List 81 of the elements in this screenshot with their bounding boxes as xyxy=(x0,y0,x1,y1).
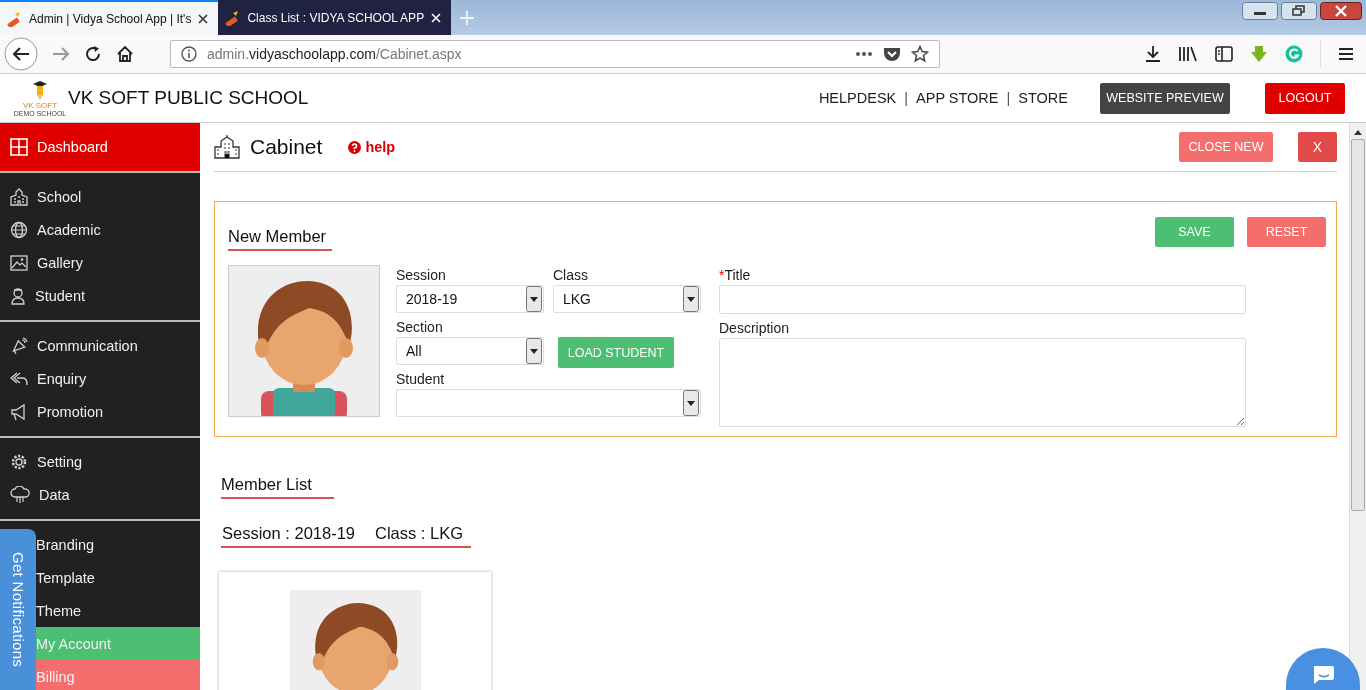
library-icon[interactable] xyxy=(1178,46,1198,62)
address-bar[interactable]: admin.vidyaschoolapp.com/Cabinet.aspx xyxy=(170,40,940,68)
chat-icon xyxy=(1311,664,1335,686)
field-label: Section xyxy=(396,319,444,335)
class-label: Class : LKG xyxy=(375,524,464,543)
field-label: Class xyxy=(553,267,589,283)
reply-arrow-icon xyxy=(10,371,28,386)
nav-link[interactable]: HELPDESK xyxy=(818,90,897,106)
pencil-icon xyxy=(224,9,241,26)
menu-icon[interactable] xyxy=(1338,47,1354,61)
title-field[interactable] xyxy=(719,285,1246,314)
field-label: Description xyxy=(719,320,791,336)
gear-icon xyxy=(10,452,28,471)
reload-icon[interactable] xyxy=(84,45,102,63)
sidebar-item[interactable]: Gallery xyxy=(0,246,200,279)
scrollbar[interactable] xyxy=(1349,123,1366,690)
cloud-icon xyxy=(10,485,30,504)
pencil-icon xyxy=(6,10,22,27)
section-heading: Member List xyxy=(221,465,334,499)
page-title: Cabinet xyxy=(250,135,323,159)
image-icon xyxy=(10,254,28,271)
sidebar-item[interactable]: Theme xyxy=(36,594,200,627)
sidebar-item[interactable]: Student xyxy=(0,279,200,312)
description-field[interactable] xyxy=(719,338,1246,427)
select-field[interactable] xyxy=(396,389,701,417)
forward-icon[interactable] xyxy=(52,46,70,62)
section-heading: New Member xyxy=(228,217,333,251)
separator: | xyxy=(1006,90,1011,106)
field-label: Student xyxy=(396,371,446,387)
member-card[interactable] xyxy=(219,572,491,690)
sidebar-item[interactable]: Branding xyxy=(36,528,200,561)
session-label: Session : 2018-19 xyxy=(222,524,355,543)
website-preview-button[interactable]: WEBSITE PREVIEW xyxy=(1100,82,1230,114)
sidebar-icon[interactable] xyxy=(1215,46,1233,62)
sidebar-item[interactable]: Data xyxy=(0,478,200,511)
separator: | xyxy=(904,90,909,106)
sidebar-item[interactable]: Template xyxy=(36,561,200,594)
globe-icon xyxy=(10,220,28,239)
question-icon xyxy=(348,140,362,154)
info-icon xyxy=(181,46,197,62)
logout-button[interactable]: LOGOUT xyxy=(1265,82,1345,114)
more-icon[interactable] xyxy=(855,51,873,57)
megaphone-icon xyxy=(10,402,28,421)
chat-button[interactable] xyxy=(1286,648,1360,690)
person-icon xyxy=(10,286,26,305)
sidebar-item[interactable]: Setting xyxy=(0,445,200,478)
close-icon[interactable] xyxy=(1320,2,1362,20)
select-field[interactable]: All xyxy=(396,337,544,365)
sidebar-item[interactable]: Enquiry xyxy=(0,362,200,395)
megaphone-icon xyxy=(10,336,28,355)
select-field[interactable]: LKG xyxy=(553,285,701,313)
browser-tab[interactable]: Class List : VIDYA SCHOOL APP xyxy=(218,0,452,35)
minimize-icon[interactable] xyxy=(1242,2,1278,20)
close-icon[interactable] xyxy=(198,13,209,24)
nav-link[interactable]: STORE xyxy=(1018,90,1068,106)
home-icon[interactable] xyxy=(116,45,134,63)
help-link[interactable]: help xyxy=(348,139,396,155)
sidebar-item[interactable]: Dashboard xyxy=(0,123,200,171)
back-icon[interactable] xyxy=(4,37,38,71)
sidebar-item[interactable]: Academic xyxy=(0,213,200,246)
chevron-shield-icon[interactable] xyxy=(883,46,901,62)
nav-link[interactable]: APP STORE xyxy=(916,90,999,106)
select-field[interactable]: 2018-19 xyxy=(396,285,544,313)
building-icon xyxy=(214,135,240,159)
school-name: VK SOFT PUBLIC SCHOOL xyxy=(68,87,309,109)
restore-icon[interactable] xyxy=(1281,2,1317,20)
grid-icon xyxy=(10,138,28,156)
sidebar-item[interactable]: Promotion xyxy=(0,395,200,428)
sidebar-item[interactable]: Communication xyxy=(0,329,200,362)
star-icon[interactable] xyxy=(911,45,929,63)
close-button[interactable]: X xyxy=(1298,132,1337,162)
url-text: admin.vidyaschoolapp.com/Cabinet.aspx xyxy=(207,46,463,62)
graduation-pencil-icon xyxy=(32,78,48,101)
sidebar-item[interactable]: School xyxy=(0,180,200,213)
up-arrow-icon xyxy=(1353,129,1363,135)
download-icon[interactable] xyxy=(1145,45,1161,63)
building-icon xyxy=(10,187,28,206)
field-label: *Title xyxy=(719,267,752,283)
field-label: Session xyxy=(396,267,447,283)
logo-caption: VK SOFT xyxy=(22,100,58,110)
browser-tab[interactable]: Admin | Vidya School App | It's xyxy=(0,0,219,35)
